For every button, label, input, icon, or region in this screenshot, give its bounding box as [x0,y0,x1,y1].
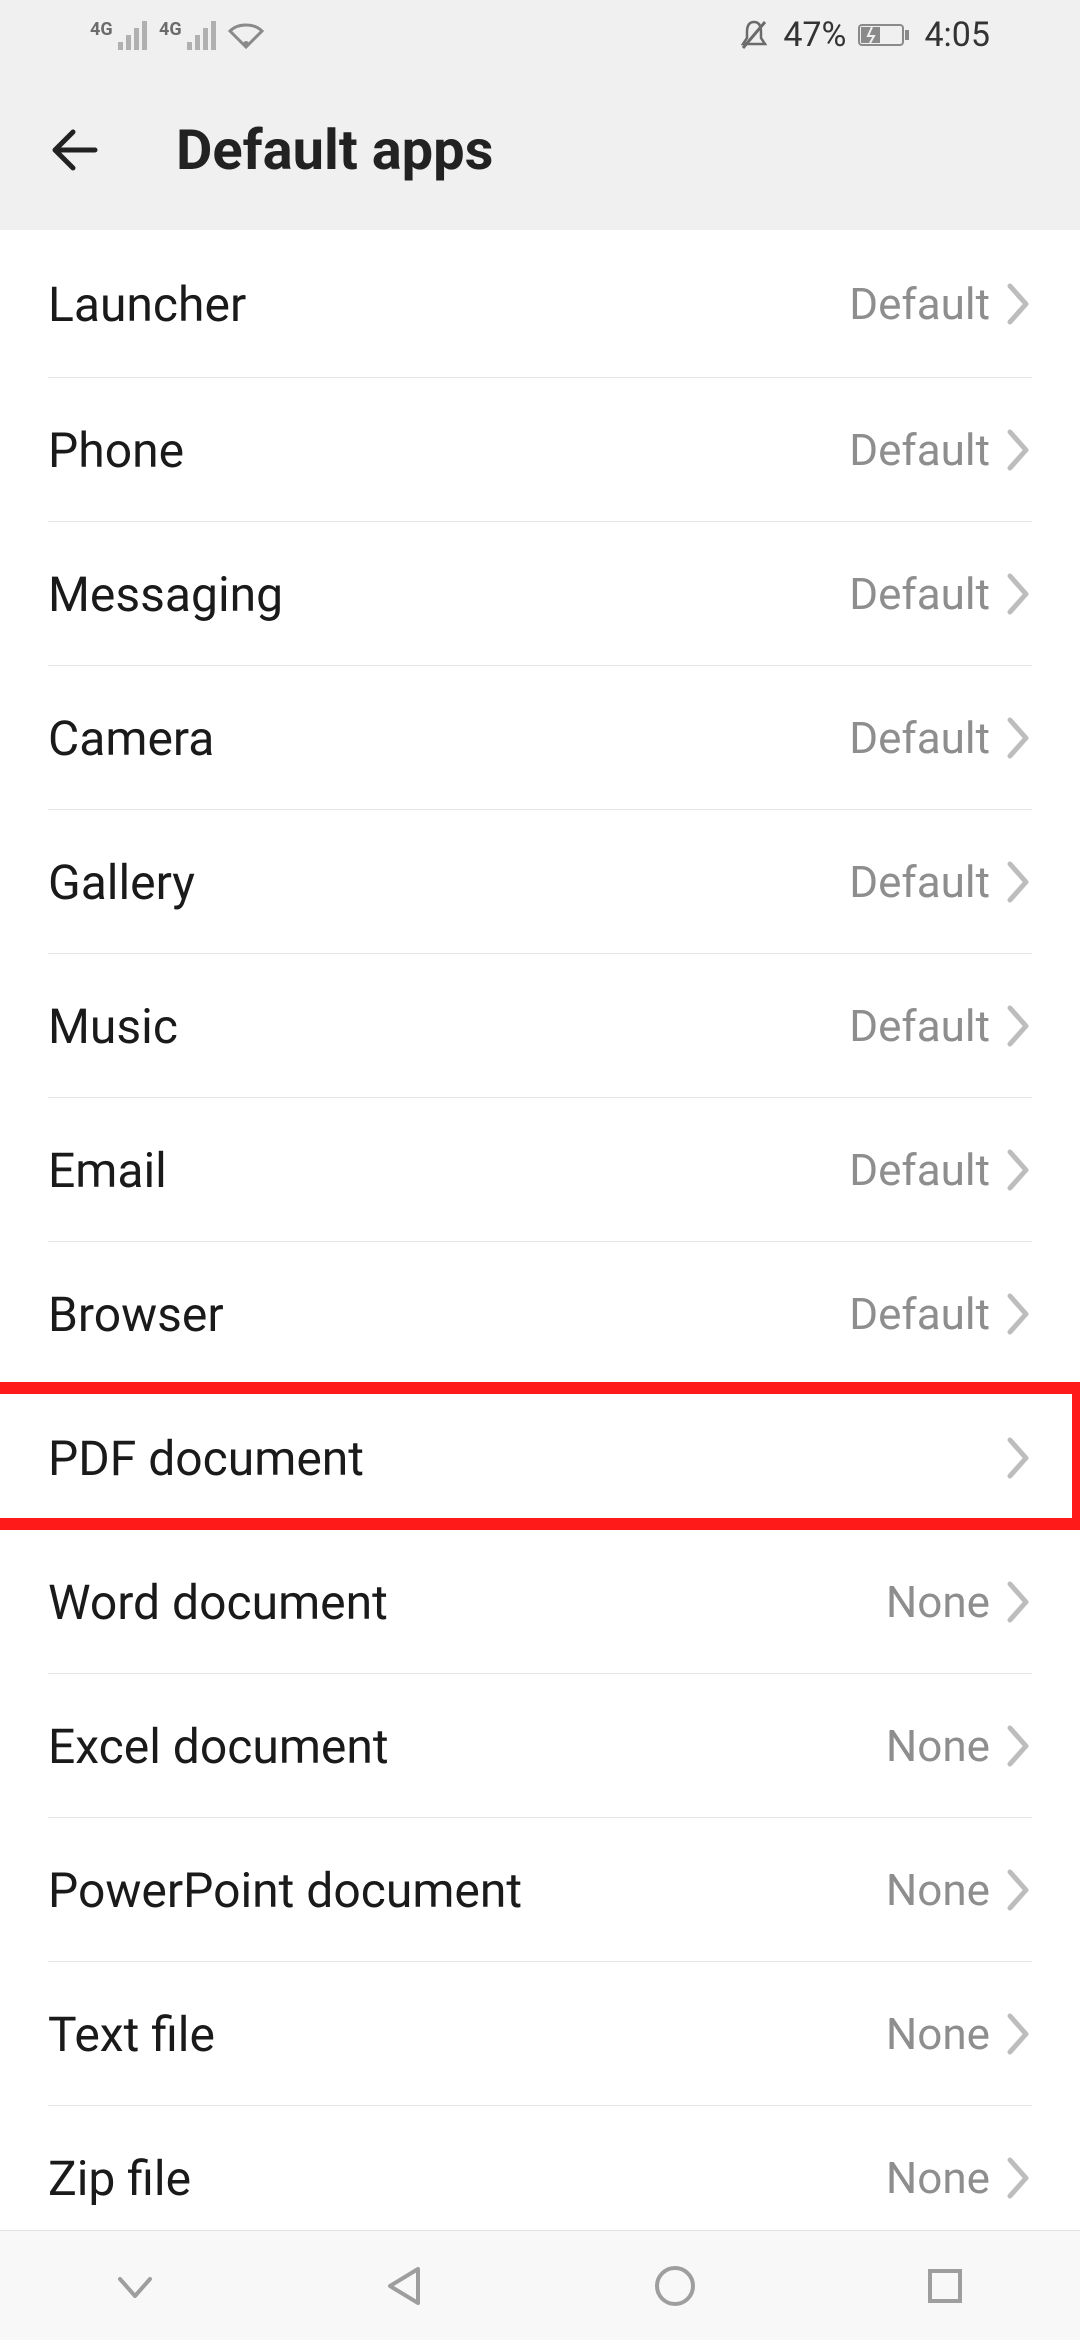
row-right: Default [849,856,1032,908]
page-title: Default apps [176,117,493,183]
row-browser[interactable]: Browser Default [0,1242,1080,1386]
nav-home-button[interactable] [605,2251,745,2321]
row-launcher[interactable]: Launcher Default [0,230,1080,378]
row-label: Gallery [48,854,195,911]
nav-back-button[interactable] [335,2251,475,2321]
row-label: Excel document [48,1718,389,1775]
row-right: None [886,2008,1032,2060]
chevron-right-icon [1006,1868,1032,1912]
chevron-right-icon [1006,1724,1032,1768]
battery-percent: 47% [783,15,846,55]
row-right: None [886,2152,1032,2204]
chevron-right-icon [1006,428,1032,472]
chevron-right-icon [1006,860,1032,904]
row-label: PowerPoint document [48,1862,522,1919]
chevron-right-icon [1006,1148,1032,1192]
row-value: Default [849,1000,990,1052]
row-label: PDF document [48,1430,364,1487]
chevron-right-icon [1006,716,1032,760]
signal-2-label: 4G [159,19,182,40]
row-label: Text file [48,2006,215,2063]
arrow-left-icon [43,118,107,182]
nav-recent-button[interactable] [875,2251,1015,2321]
row-excel-document[interactable]: Excel document None [0,1674,1080,1818]
chevron-right-icon [1006,1580,1032,1624]
row-value: Default [849,568,990,620]
status-time: 4:05 [924,15,990,55]
row-messaging[interactable]: Messaging Default [0,522,1080,666]
row-word-document[interactable]: Word document None [0,1530,1080,1674]
row-label: Phone [48,422,184,479]
chevron-right-icon [1006,1292,1032,1336]
row-value: None [886,2152,990,2204]
chevron-right-icon [1006,572,1032,616]
row-value: None [886,1576,990,1628]
row-value: Default [849,1144,990,1196]
chevron-right-icon [1006,1436,1032,1480]
row-right [1006,1436,1032,1480]
row-right: None [886,1720,1032,1772]
row-email[interactable]: Email Default [0,1098,1080,1242]
row-camera[interactable]: Camera Default [0,666,1080,810]
row-right: Default [849,568,1032,620]
chevron-right-icon [1006,2156,1032,2200]
row-phone[interactable]: Phone Default [0,378,1080,522]
status-right: 47% 4:05 [737,15,990,55]
signal-1-label: 4G [90,19,113,40]
status-bar: 4G 4G 47% 4:05 [0,0,1080,70]
signal-1-icon: 4G [90,21,147,50]
row-right: None [886,1864,1032,1916]
row-label: Zip file [48,2150,191,2207]
row-label: Word document [48,1574,388,1631]
back-button[interactable] [30,105,120,195]
row-value: Default [849,424,990,476]
navigation-bar [0,2230,1080,2340]
row-gallery[interactable]: Gallery Default [0,810,1080,954]
row-zip-file[interactable]: Zip file None [0,2106,1080,2250]
row-value: None [886,1864,990,1916]
row-text-file[interactable]: Text file None [0,1962,1080,2106]
row-right: Default [849,278,1032,330]
mute-icon [737,18,771,52]
chevron-right-icon [1006,1004,1032,1048]
row-music[interactable]: Music Default [0,954,1080,1098]
screen: 4G 4G 47% 4:05 [0,0,1080,2340]
row-value: Default [849,712,990,764]
row-value: None [886,1720,990,1772]
row-right: Default [849,1288,1032,1340]
row-label: Browser [48,1286,224,1343]
row-value: Default [849,1288,990,1340]
row-value: Default [849,278,990,330]
row-powerpoint-document[interactable]: PowerPoint document None [0,1818,1080,1962]
row-label: Camera [48,710,214,767]
nav-hide-keyboard-button[interactable] [65,2251,205,2321]
row-label: Launcher [48,276,246,333]
header-bar: Default apps [0,70,1080,230]
row-label: Music [48,998,178,1055]
row-right: Default [849,712,1032,764]
chevron-right-icon [1006,2012,1032,2056]
wifi-icon [228,21,264,49]
chevron-right-icon [1006,282,1032,326]
row-value: Default [849,856,990,908]
default-apps-list: Launcher Default Phone Default Messaging Defa… [0,230,1080,2340]
row-label: Email [48,1142,167,1199]
row-value: None [886,2008,990,2060]
row-right: Default [849,1144,1032,1196]
signal-2-icon: 4G [159,21,216,50]
status-left: 4G 4G [90,21,264,50]
row-right: None [886,1576,1032,1628]
row-pdf-document[interactable]: PDF document [0,1386,1080,1530]
battery-icon [858,22,912,48]
row-right: Default [849,424,1032,476]
row-label: Messaging [48,566,283,623]
row-right: Default [849,1000,1032,1052]
